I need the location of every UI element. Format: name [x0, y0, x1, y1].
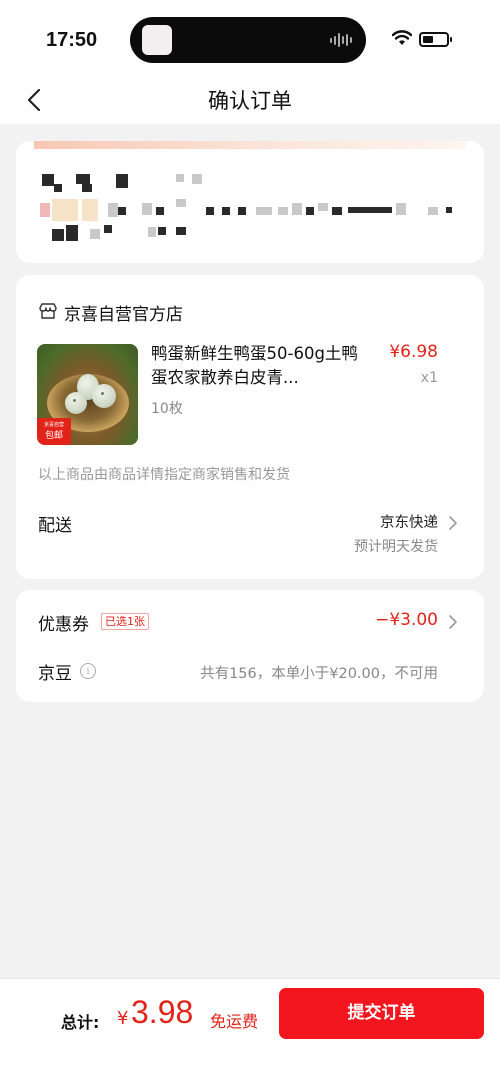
product-image[interactable]: 京喜自营 包邮 [37, 344, 138, 445]
product-quantity: x1 [420, 370, 438, 386]
status-time: 17:50 [46, 29, 98, 51]
status-bar: 17:50 [0, 0, 500, 76]
total-label: 总计: [61, 1013, 100, 1032]
egg-shape [92, 384, 116, 408]
info-icon[interactable]: i [80, 663, 96, 679]
battery-icon [419, 32, 452, 47]
egg-speck [101, 392, 104, 395]
wifi-icon [392, 30, 412, 45]
page-title: 确认订单 [208, 89, 292, 113]
chevron-right-icon[interactable] [448, 515, 458, 531]
store-icon [39, 303, 57, 319]
coupon-label: 优惠券 [38, 615, 89, 635]
delivery-eta: 预计明天发货 [354, 539, 438, 555]
shop-name[interactable]: 京喜自营官方店 [64, 300, 183, 325]
discount-card: 优惠券 已选1张 −¥3.00 京豆 i 共有156，本单小于¥20.00，不可… [16, 590, 484, 702]
chevron-right-icon[interactable] [448, 614, 458, 630]
egg-shape [65, 392, 87, 414]
free-shipping-badge: 京喜自营 包邮 [37, 418, 71, 445]
coupon-selected-tag: 已选1张 [101, 613, 149, 630]
nav-bar: 确认订单 [0, 76, 500, 124]
badge-bottom-text: 包邮 [44, 431, 63, 441]
product-spec: 10枚 [151, 401, 183, 417]
product-price: ¥6.98 [389, 342, 438, 362]
checkout-bar: 总计: ¥ 3.98 免运费 提交订单 [0, 978, 500, 1087]
product-title[interactable]: 鸭蛋新鲜生鸭蛋50-60g土鸭蛋农家散养白皮青... [151, 342, 366, 390]
now-playing-thumbnail [142, 25, 172, 55]
dynamic-island [130, 17, 366, 63]
audio-wave-icon [330, 32, 352, 48]
delivery-method[interactable]: 京东快递 [380, 511, 438, 532]
redacted-address [16, 141, 484, 263]
shop-card: 京喜自营官方店 京喜自营 包邮 鸭蛋新鲜生鸭蛋50-60g土鸭蛋农家散养白皮青.… [16, 275, 484, 579]
coupon-amount[interactable]: −¥3.00 [375, 610, 438, 630]
seller-note: 以上商品由商品详情指定商家销售和发货 [38, 467, 290, 483]
total-currency: ¥ [117, 1008, 129, 1029]
beans-label: 京豆 [38, 664, 72, 684]
address-card[interactable] [16, 141, 484, 263]
delivery-label: 配送 [38, 516, 72, 536]
beans-status: 共有156，本单小于¥20.00，不可用 [200, 666, 438, 682]
submit-order-button[interactable]: 提交订单 [279, 988, 484, 1039]
egg-speck [73, 399, 76, 402]
badge-top-text: 京喜自营 [43, 422, 64, 428]
total-amount: 3.98 [131, 994, 194, 1030]
free-shipping-label: 免运费 [210, 1012, 259, 1031]
